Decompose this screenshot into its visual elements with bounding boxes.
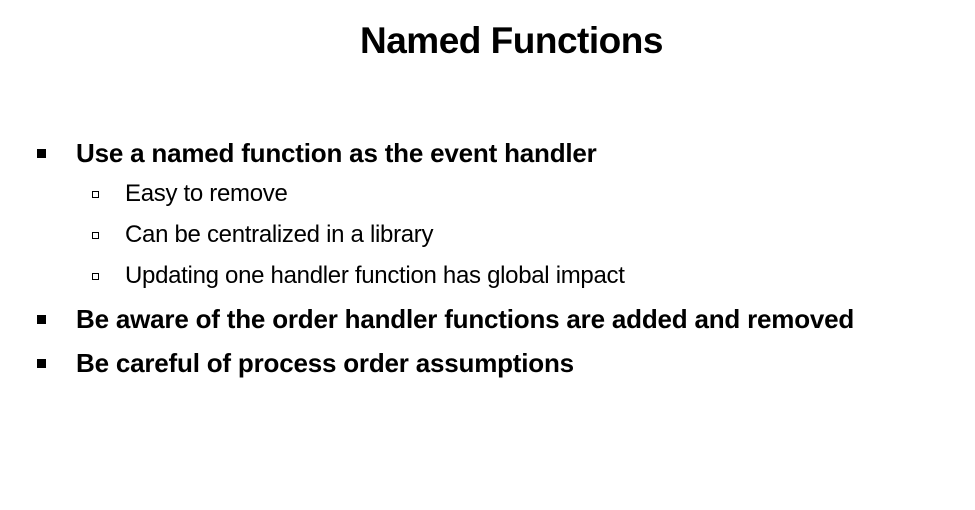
sub-bullet-text: Can be centralized in a library	[125, 221, 434, 248]
bullet-item: Be careful of process order assumptions	[0, 346, 975, 380]
hollow-square-bullet-icon	[92, 272, 99, 280]
hollow-square-bullet-icon	[92, 231, 99, 239]
bullet-text: Be aware of the order handler functions …	[76, 303, 855, 334]
sub-bullet-text: Updating one handler function has global…	[125, 262, 625, 289]
sub-bullet-item: Can be centralized in a library	[0, 218, 975, 252]
bullet-text: Be careful of process order assumptions	[76, 347, 574, 378]
square-bullet-icon	[37, 148, 46, 158]
slide: Named Functions Use a named function as …	[0, 0, 975, 510]
bullet-item: Be aware of the order handler functions …	[0, 302, 975, 336]
bullet-text: Use a named function as the event handle…	[76, 137, 597, 168]
sub-bullet-item: Easy to remove	[0, 177, 975, 211]
square-bullet-icon	[37, 314, 46, 324]
slide-title: Named Functions	[360, 20, 663, 61]
sub-bullet-text: Easy to remove	[125, 180, 288, 207]
sub-bullet-item: Updating one handler function has global…	[0, 259, 975, 293]
hollow-square-bullet-icon	[92, 190, 99, 198]
bullet-item: Use a named function as the event handle…	[0, 136, 975, 170]
square-bullet-icon	[37, 358, 46, 368]
